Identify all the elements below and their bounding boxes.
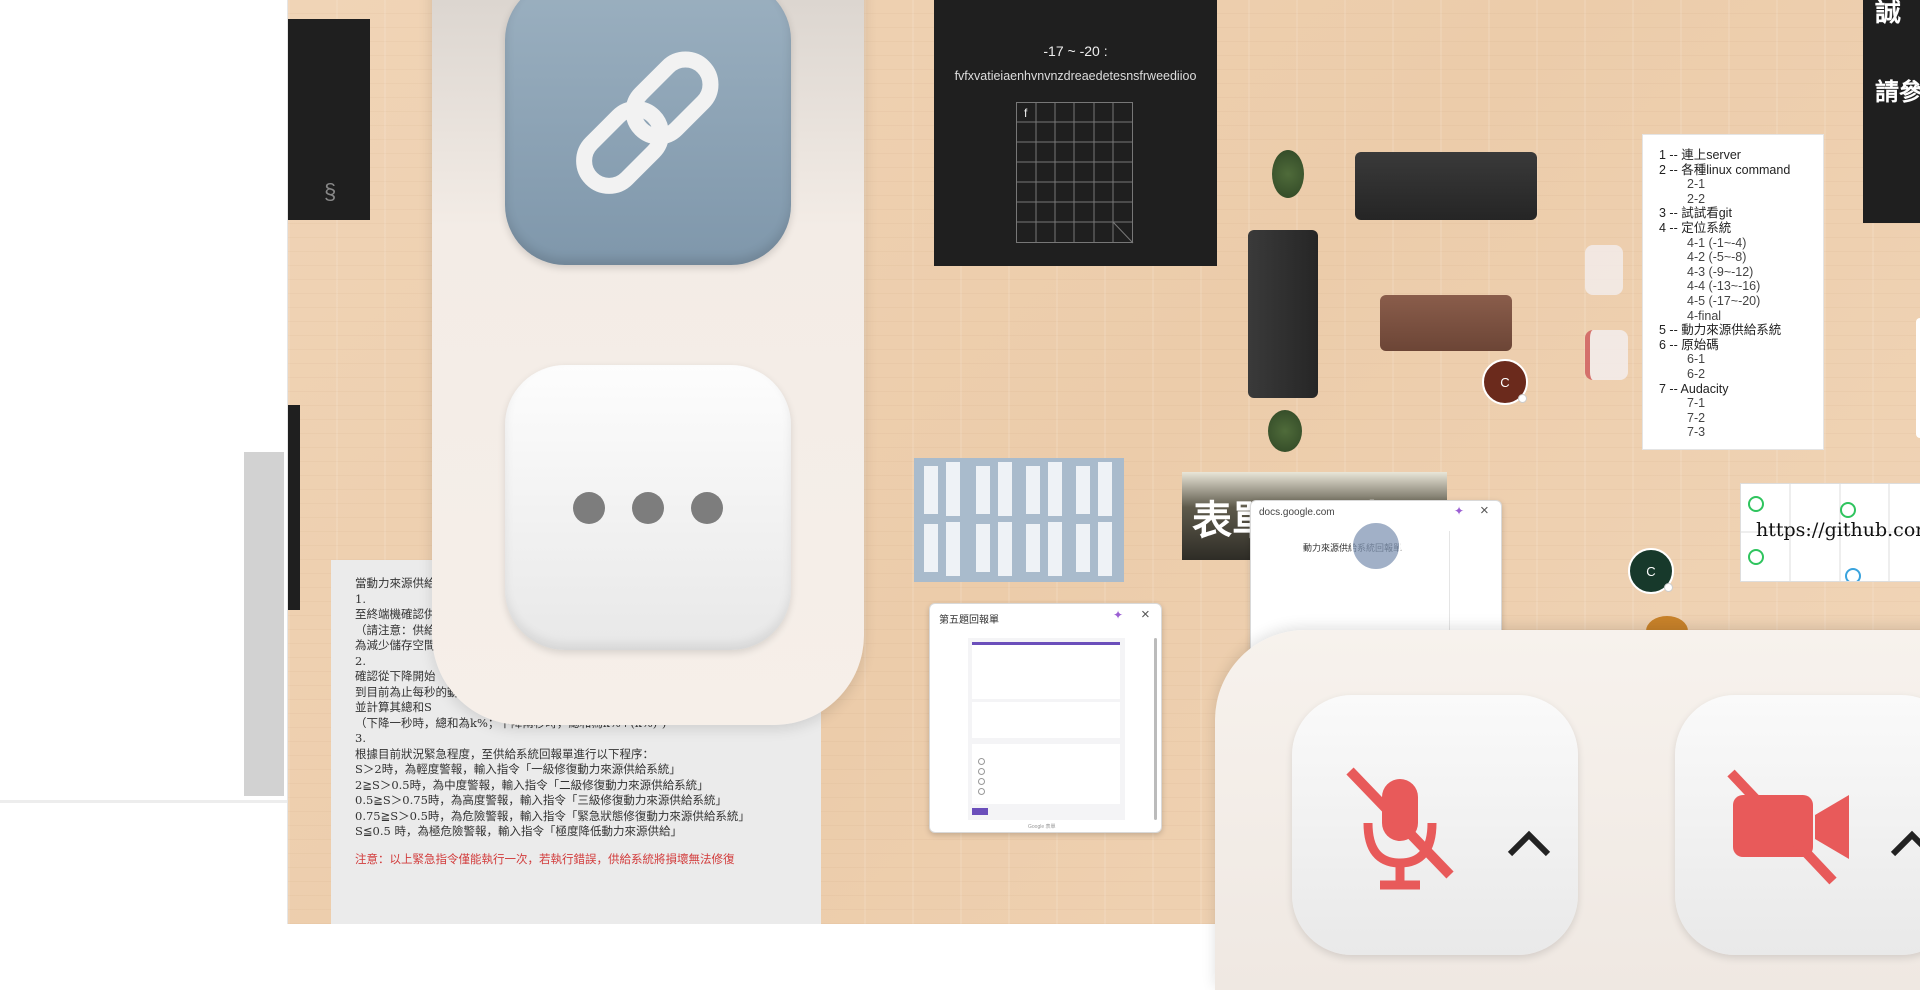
outline-subitem: 4-2 (-5~-8) — [1687, 250, 1747, 265]
more-options-button[interactable] — [505, 365, 791, 650]
popup-title: 第五題回報單 — [939, 615, 999, 626]
media-controls-panel — [1215, 630, 1920, 990]
camera-off-icon — [1727, 769, 1849, 885]
outline-subitem: 6-2 — [1687, 366, 1706, 381]
user-avatar[interactable]: C — [1628, 548, 1674, 594]
sofa — [1248, 230, 1318, 398]
doc-line: 根據目前狀況緊急程度，至供給系統回報單進行以下程序： — [355, 746, 654, 761]
status-badge — [1518, 394, 1527, 403]
github-link-note[interactable]: https://github.com/ — [1740, 483, 1920, 582]
avatar-initial: C — [1500, 374, 1510, 390]
microphone-muted-icon — [1346, 767, 1454, 890]
outline-subitem: 6-1 — [1687, 352, 1706, 367]
outline-subitem: 2-2 — [1687, 191, 1706, 206]
form-choices-card — [972, 744, 1120, 804]
dark-wall-strip — [288, 405, 300, 610]
outline-item: 4 -- 定位系統 — [1659, 220, 1732, 235]
user-avatar[interactable]: C — [1482, 359, 1528, 405]
outline-item: 2 -- 各種linux command — [1659, 162, 1791, 177]
banner-text: 誠 — [1875, 0, 1902, 27]
outline-item: 1 -- 連上server — [1659, 148, 1741, 162]
outline-item: 7 -- Audacity — [1659, 381, 1729, 396]
link-icon — [576, 51, 719, 194]
chevron-up-icon[interactable] — [1507, 827, 1551, 857]
grid-label: f — [1024, 106, 1028, 120]
logo-icon: § — [324, 179, 337, 204]
doc-line: S≦0.5 時，為極危險警報，輸入指令「極度降低動力來源供給」 — [355, 824, 682, 838]
cipher-grid: f — [1016, 102, 1134, 244]
github-link-text: https://github.com/ — [1756, 519, 1920, 541]
cursor-indicator — [1351, 521, 1401, 571]
outline-item: 6 -- 原始碼 — [1659, 337, 1719, 352]
close-icon[interactable]: × — [1480, 502, 1489, 519]
doc-line: S＞2時，為輕度警報，輸入指令「一級修復動力來源供給系統」 — [355, 762, 681, 776]
cipher-panel[interactable]: -17 ~ -20 : fvfxvatieiaenhvnvnzdreaedete… — [934, 0, 1217, 266]
form-question-card — [972, 702, 1120, 738]
action-panel — [432, 0, 864, 725]
form-submit-button[interactable] — [972, 808, 988, 815]
right-wall-banner[interactable]: 誠 請參 — [1863, 0, 1920, 223]
outline-subitem: 7-1 — [1687, 396, 1706, 411]
doc-warning: 注意：以上緊急指令僅能執行一次，若執行錯誤，供給系統將損壞無法修復 — [355, 851, 735, 866]
cipher-range-title: -17 ~ -20 : — [1043, 43, 1108, 59]
outline-subitem: 4-5 (-17~-20) — [1687, 293, 1761, 308]
plant — [1268, 410, 1302, 452]
coffee-table — [1380, 295, 1512, 351]
blueprint-tiles[interactable] — [914, 458, 1124, 582]
outline-item: 5 -- 動力來源供給系統 — [1659, 323, 1782, 338]
sofa — [1355, 152, 1537, 220]
outline-item: 3 -- 試試看git — [1659, 206, 1732, 221]
microphone-toggle[interactable] — [1292, 695, 1578, 955]
cipher-text: fvfxvatieiaenhvnvnzdreaedetesnsfrweediio… — [954, 69, 1197, 83]
more-icon — [573, 492, 723, 524]
course-outline-note[interactable]: 1 -- 連上server 2 -- 各種linux command 2-1 2… — [1642, 134, 1824, 450]
chair — [1585, 245, 1623, 295]
status-badge — [1664, 583, 1673, 592]
outline-subitem: 4-3 (-9~-12) — [1687, 264, 1754, 279]
outline-subitem: 2-1 — [1687, 177, 1706, 192]
share-link-button[interactable] — [505, 0, 791, 265]
doc-line: 3. — [355, 731, 366, 745]
popup-scrollbar[interactable] — [1154, 638, 1157, 820]
outline-subitem: 7-3 — [1687, 425, 1706, 440]
chevron-up-icon[interactable] — [1890, 827, 1920, 857]
banner-text: 請參 — [1875, 79, 1920, 106]
chair — [1585, 330, 1628, 380]
dark-wall-tile[interactable]: § — [288, 19, 370, 220]
doc-line: 0.75≧S＞0.5時，為危險警報，輸入指令「緊急狀態修復動力來源供給系統」 — [355, 808, 750, 823]
outline-subitem: 4-1 (-1~-4) — [1687, 235, 1747, 250]
close-icon[interactable]: × — [1141, 606, 1150, 623]
outline-subitem: 4-4 (-13~-16) — [1687, 279, 1761, 294]
popup-domain: docs.google.com — [1259, 507, 1335, 518]
side-panel-divider — [0, 800, 287, 803]
plant — [1272, 150, 1304, 198]
form-preview — [968, 638, 1125, 820]
avatar-initial: C — [1646, 563, 1656, 579]
camera-toggle[interactable] — [1675, 695, 1920, 955]
outline-subitem: 7-2 — [1687, 410, 1706, 425]
wall-edge — [1916, 318, 1920, 438]
outline-subitem: 4-final — [1687, 308, 1722, 323]
sparkle-icon[interactable]: ✦ — [1113, 608, 1123, 622]
form-header-card — [972, 642, 1120, 699]
sparkle-icon[interactable]: ✦ — [1454, 504, 1464, 518]
side-panel — [0, 0, 288, 924]
doc-line: 0.5≧S＞0.75時，為高度警報，輸入指令「三級修復動力來源供給系統」 — [355, 793, 727, 807]
doc-line: 2≧S＞0.5時，為中度警報，輸入指令「二級修復動力來源供給系統」 — [355, 777, 709, 792]
form-popup[interactable]: 第五題回報單 ✦ × Google 表單 — [929, 603, 1162, 833]
form-footer: Google 表單 — [1028, 824, 1056, 830]
side-panel-scrollbar[interactable] — [244, 452, 284, 796]
